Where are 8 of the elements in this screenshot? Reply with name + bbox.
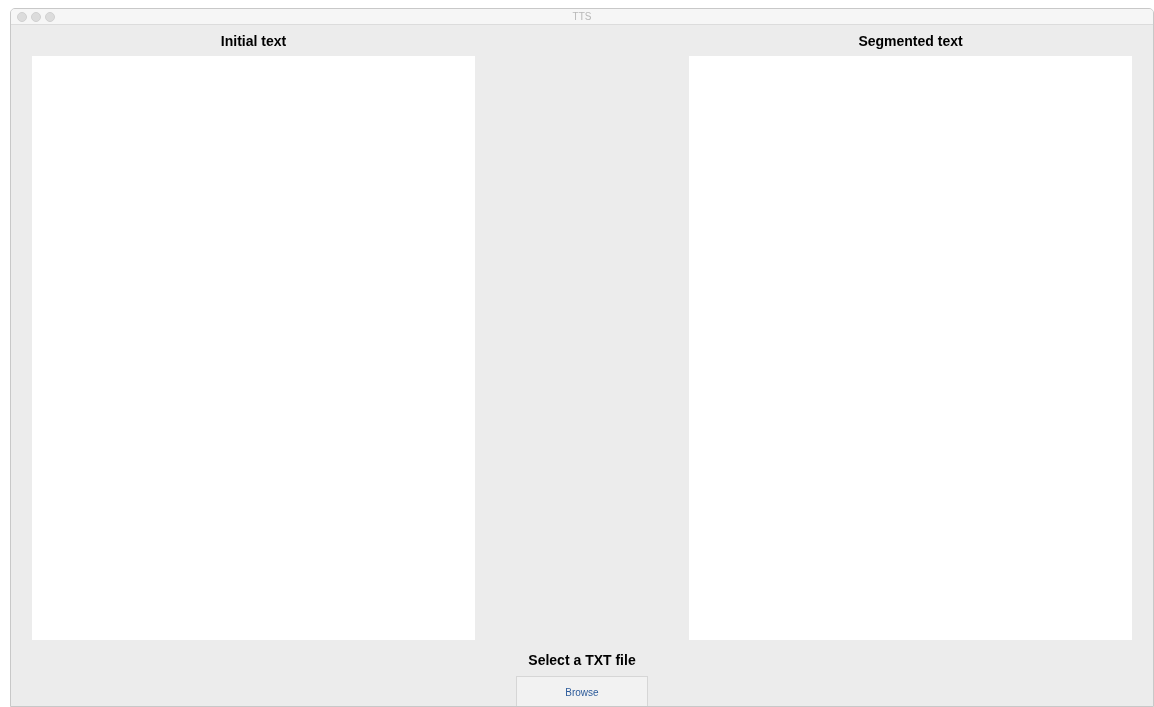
close-button[interactable]: [17, 12, 27, 22]
panel-title: Segmented text: [858, 32, 963, 51]
file-select-label: Select a TXT file: [528, 651, 636, 670]
zoom-button[interactable]: [45, 12, 55, 22]
minimize-button[interactable]: [31, 12, 41, 22]
window-title: TTS: [572, 10, 592, 24]
panel-title: Initial text: [220, 32, 287, 51]
browse-button[interactable]: Browse: [516, 676, 648, 706]
